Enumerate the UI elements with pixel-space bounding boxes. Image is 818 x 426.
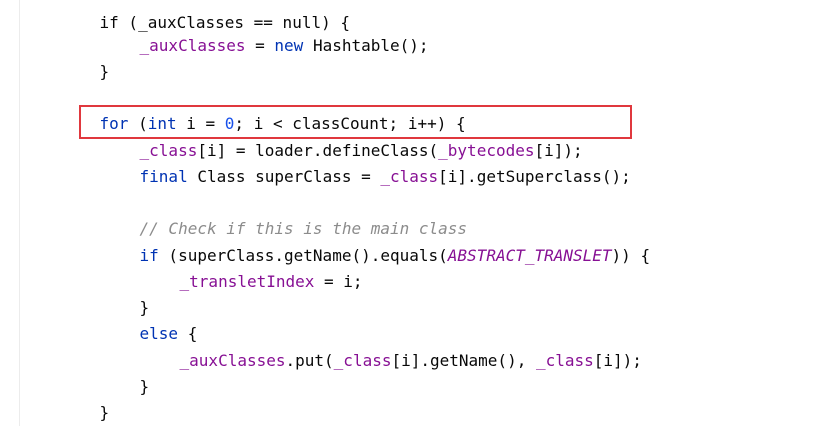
code-keyword: new — [274, 36, 304, 55]
highlight-annotation-box — [79, 105, 632, 139]
code-text: .put( — [285, 351, 334, 370]
code-field: _class — [535, 351, 594, 370]
code-editor[interactable]: if (_auxClasses == null) { _auxClasses =… — [0, 0, 818, 426]
code-line: _auxClasses = new Hashtable(); — [101, 7, 429, 55]
code-keyword: final — [139, 167, 188, 186]
code-text: = i; — [314, 272, 363, 291]
code-field: _auxClasses — [139, 36, 246, 55]
code-text: } — [99, 62, 110, 81]
code-text: [i]); — [593, 351, 642, 370]
code-line: } — [61, 374, 110, 422]
code-line: } — [101, 269, 150, 317]
code-constant: ABSTRACT_TRANSLET — [447, 246, 612, 265]
code-text: )) { — [611, 246, 651, 265]
code-field: _class — [380, 167, 439, 186]
code-line: } — [61, 33, 110, 81]
gutter-divider — [19, 0, 20, 426]
code-text: [i].getName(), — [391, 351, 536, 370]
code-comment-line: // Check if this is the main class — [101, 190, 468, 238]
code-field: _transletIndex — [179, 272, 315, 291]
code-text: = — [245, 36, 275, 55]
code-line: if (superClass.getName().equals(ABSTRACT… — [101, 217, 651, 265]
code-line: final Class superClass = _class[i].getSu… — [101, 138, 631, 186]
code-line: else { — [101, 295, 198, 343]
code-line: _transletIndex = i; — [141, 243, 363, 291]
code-line: _auxClasses.put(_class[i].getName(), _cl… — [141, 322, 642, 370]
code-text: Hashtable(); — [303, 36, 429, 55]
code-text: } — [99, 403, 110, 422]
code-line: } — [101, 348, 150, 396]
code-text: Class superClass = — [187, 167, 381, 186]
code-field: _auxClasses — [179, 351, 286, 370]
code-text: } — [139, 377, 150, 396]
code-field: _class — [333, 351, 392, 370]
code-text: [i].getSuperclass(); — [438, 167, 631, 186]
